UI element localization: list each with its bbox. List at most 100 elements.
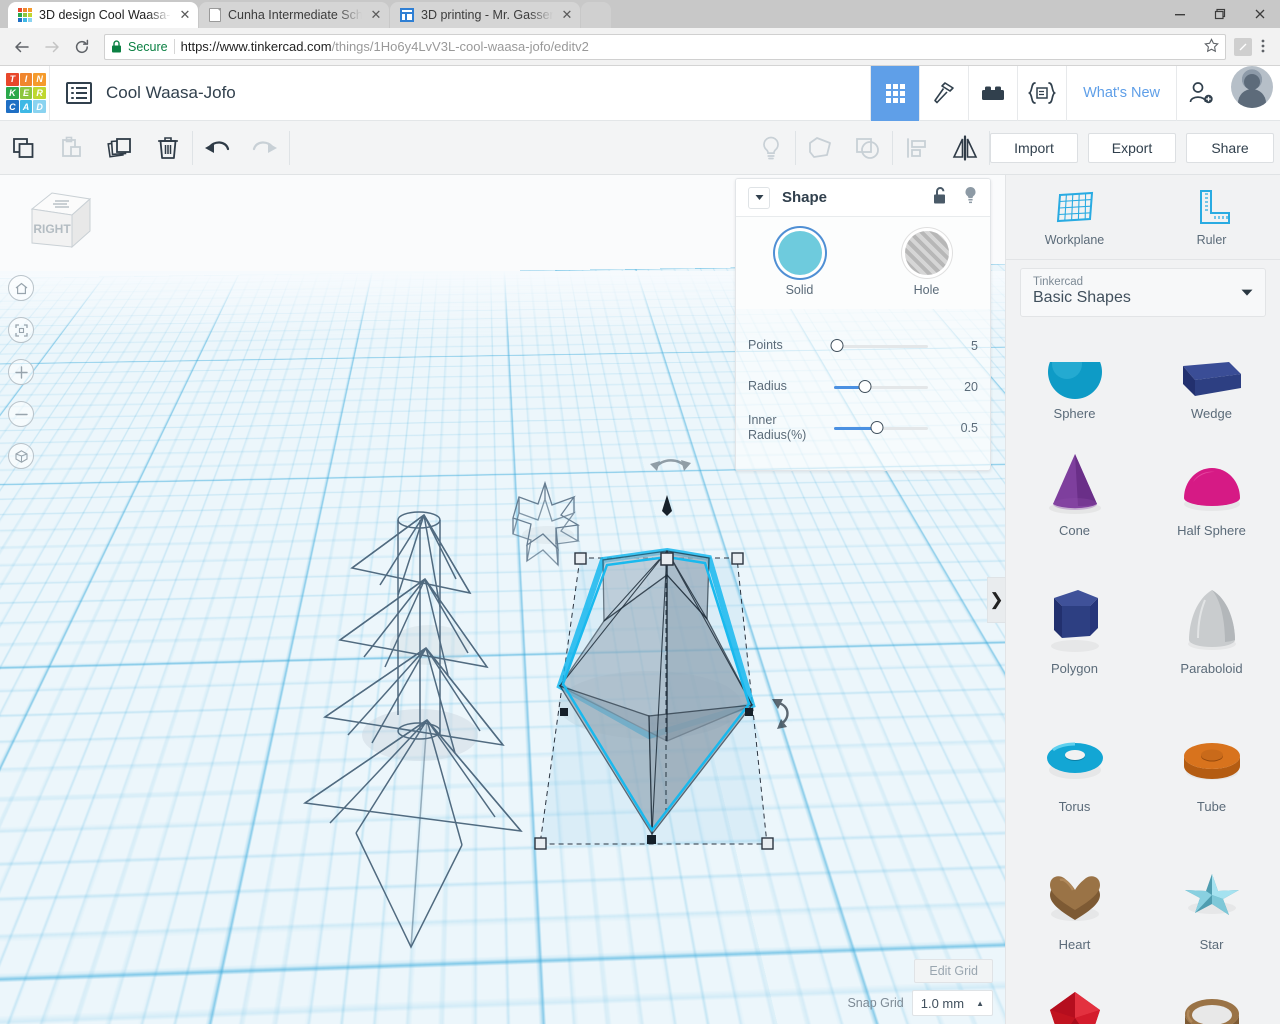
workplane-icon — [1056, 191, 1093, 223]
logo-letter: I — [19, 73, 33, 86]
delete-button[interactable] — [144, 121, 192, 175]
shape-item-polygon[interactable]: Polygon — [1006, 559, 1143, 697]
lightbulb-icon[interactable] — [963, 186, 978, 210]
add-person-icon[interactable] — [1176, 65, 1225, 121]
shape-item-wedge[interactable]: Wedge — [1143, 325, 1280, 421]
project-list-icon[interactable] — [66, 82, 92, 104]
url-domain: https://www.tinkercad.com — [180, 39, 332, 54]
ungroup-shapes-icon[interactable] — [844, 121, 892, 175]
mirror-icon[interactable] — [941, 121, 989, 175]
tab-close-icon[interactable]: ✕ — [560, 7, 574, 23]
browser-forward-button[interactable] — [38, 33, 66, 61]
shape-mode-hole[interactable]: Hole — [879, 231, 975, 297]
shape-item-tube[interactable]: Tube — [1143, 697, 1280, 835]
property-value[interactable]: 5 — [971, 339, 978, 353]
tinkercad-logo-icon[interactable]: T I N K E R C A D — [3, 70, 49, 116]
shape-item-paraboloid[interactable]: Paraboloid — [1143, 559, 1280, 697]
shape-item-half-sphere[interactable]: Half Sphere — [1143, 421, 1280, 559]
browser-menu-icon[interactable] — [1254, 38, 1272, 55]
shape-item-sphere[interactable]: Sphere — [1006, 325, 1143, 421]
sidebar-tool-workplane[interactable]: Workplane — [1006, 175, 1143, 259]
window-maximize-button[interactable] — [1200, 0, 1240, 28]
shape-library-select[interactable]: Tinkercad Basic Shapes — [1020, 268, 1266, 317]
shape-item-heart[interactable]: Heart — [1006, 835, 1143, 973]
redo-button[interactable] — [241, 121, 289, 175]
shape-properties-panel[interactable]: Shape Solid Hole Points 5 Radius 20 Inne… — [735, 178, 991, 471]
codeblocks-hammer-icon[interactable] — [919, 65, 968, 121]
duplicate-button[interactable] — [96, 121, 144, 175]
browser-tab-2[interactable]: 3D printing - Mr. Gasser ✕ — [390, 2, 580, 28]
address-bar[interactable]: Secure https://www.tinkercad.com/things/… — [104, 33, 1226, 60]
logo-letter: E — [19, 86, 33, 100]
logo-letter: K — [6, 86, 19, 100]
shape-item-star[interactable]: Star — [1143, 835, 1280, 973]
browser-reload-button[interactable] — [68, 33, 96, 61]
avatar[interactable] — [1231, 65, 1273, 108]
radius-slider[interactable] — [834, 379, 928, 394]
align-icon[interactable] — [893, 121, 941, 175]
window-minimize-button[interactable] — [1160, 0, 1200, 28]
lego-brick-icon[interactable] — [968, 65, 1017, 121]
unlocked-padlock-icon[interactable] — [933, 186, 949, 210]
panel-expand-chevron-icon[interactable]: ❯ — [987, 576, 1005, 623]
shape-label: Cone — [1058, 522, 1091, 538]
hole-pattern-swatch[interactable] — [904, 231, 949, 275]
codeblocks-braces-icon[interactable] — [1017, 65, 1066, 121]
whats-new-link[interactable]: What's New — [1066, 65, 1176, 121]
points-slider[interactable] — [830, 338, 928, 353]
window-close-button[interactable] — [1240, 0, 1280, 28]
import-button[interactable]: Import — [990, 132, 1078, 163]
logo-letter: D — [33, 100, 46, 113]
shape-item-ring[interactable]: Ring — [1143, 973, 1280, 1024]
snap-grid-select[interactable]: 1.0 mm ▲ — [911, 990, 993, 1016]
shape-mode-selector: Solid Hole — [736, 217, 990, 309]
shape-item-cone[interactable]: Cone — [1006, 421, 1143, 559]
property-value[interactable]: 20 — [964, 380, 978, 394]
copy-button[interactable] — [0, 121, 48, 175]
library-category-label: Tinkercad — [1033, 276, 1084, 288]
edit-grid-button[interactable]: Edit Grid — [914, 959, 993, 983]
rotate-handle-top — [650, 459, 691, 471]
logo-letter: R — [33, 86, 46, 100]
extension-icon[interactable] — [1234, 37, 1252, 56]
shape-mode-label: Hole — [913, 283, 940, 297]
chevron-down-icon[interactable] — [748, 186, 770, 209]
shape-mode-solid[interactable]: Solid — [752, 231, 848, 297]
shape-property-list: Points 5 Radius 20 Inner Radius(%) 0.5 — [736, 309, 990, 470]
3d-viewport[interactable]: RIGHT Shape Solid Hole Points 5 Radius 2… — [0, 175, 1005, 1024]
half-sphere-icon — [1174, 443, 1250, 519]
shape-label: Paraboloid — [1180, 660, 1243, 676]
paste-button[interactable] — [48, 121, 96, 175]
group-shapes-icon[interactable] — [796, 121, 844, 175]
inner-radius-slider[interactable] — [834, 420, 928, 435]
shape-label: Torus — [1058, 798, 1091, 814]
tab-close-icon[interactable]: ✕ — [178, 7, 192, 23]
lightbulb-icon[interactable] — [747, 121, 795, 175]
url-path: /things/1Ho6y4LvV3L-cool-waasa-jofo/edit… — [331, 39, 589, 54]
share-button[interactable]: Share — [1186, 132, 1274, 163]
shape-item-polyhedron[interactable]: Polyhedron — [1006, 973, 1143, 1024]
document-icon — [209, 8, 221, 22]
bookmark-star-icon[interactable] — [1204, 37, 1219, 56]
property-value[interactable]: 0.5 — [961, 421, 978, 435]
shapes-sidebar: Workplane Ruler Tinkercad Basic Shapes S… — [1005, 175, 1280, 1024]
browser-tab-1[interactable]: Cunha Intermediate Scho ✕ — [199, 2, 389, 28]
design-grid-icon[interactable] — [870, 65, 920, 121]
browser-tab-0[interactable]: 3D design Cool Waasa-Jofo ✕ — [8, 2, 198, 28]
export-button[interactable]: Export — [1088, 132, 1176, 163]
file-action-group: Import Export Share — [990, 132, 1280, 163]
chevron-down-icon[interactable] — [1241, 288, 1253, 299]
tab-close-icon[interactable]: ✕ — [369, 7, 383, 23]
sidebar-tools: Workplane Ruler — [1006, 175, 1280, 259]
app-header: T I N K E R C A D Cool Waasa-Jofo What's… — [0, 65, 1280, 121]
selected-star-object[interactable] — [534, 495, 789, 850]
browser-toolbar: Secure https://www.tinkercad.com/things/… — [0, 28, 1280, 66]
browser-tab-bar: 3D design Cool Waasa-Jofo ✕ Cunha Interm… — [0, 0, 1280, 28]
undo-button[interactable] — [193, 121, 241, 175]
grid-controls: Edit Grid Snap Grid 1.0 mm ▲ — [847, 959, 993, 1016]
new-tab-button[interactable] — [581, 2, 611, 28]
shape-item-torus[interactable]: Torus — [1006, 697, 1143, 835]
sidebar-tool-ruler[interactable]: Ruler — [1143, 175, 1280, 259]
browser-back-button[interactable] — [8, 33, 36, 61]
solid-color-swatch[interactable] — [777, 231, 822, 275]
